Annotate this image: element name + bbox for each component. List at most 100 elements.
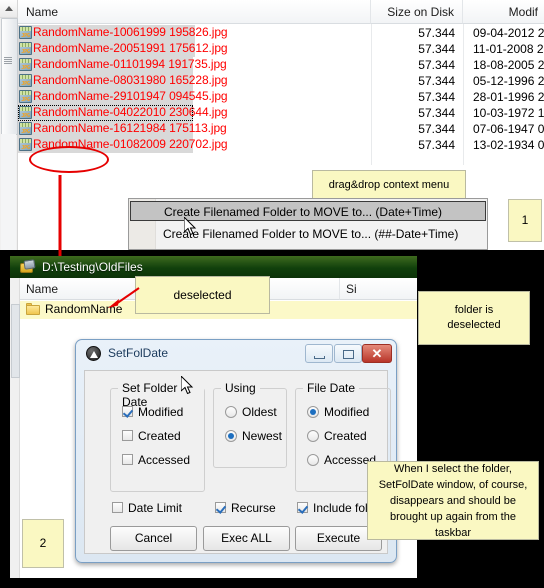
bottom-explorer-scrollbar[interactable]	[10, 278, 20, 578]
jpg-file-icon: JPG	[19, 122, 32, 135]
dragdrop-context-menu[interactable]: Create Filenamed Folder to MOVE to... (D…	[128, 198, 488, 250]
checkbox-created-label: Created	[138, 429, 181, 443]
mouse-cursor-icon	[181, 376, 194, 395]
file-name-label: RandomName-20051991 175612.jpg	[33, 41, 228, 55]
cancel-button[interactable]: Cancel	[110, 526, 197, 551]
column-header-modified[interactable]: Modif	[463, 0, 544, 24]
table-row[interactable]: JPG RandomName-29101947 094545.jpg 57.344 2…	[18, 89, 544, 105]
file-size-cell: 57.344	[418, 122, 455, 136]
checkbox-unchecked-icon	[122, 430, 133, 441]
minimize-icon	[314, 356, 325, 359]
radio-file-created[interactable]: Created	[307, 429, 367, 443]
deselected-callout: deselected	[135, 276, 270, 314]
maximize-icon	[343, 350, 354, 359]
checkbox-checked-icon	[122, 406, 133, 417]
radio-unselected-icon	[225, 406, 237, 418]
dialog-titlebar[interactable]: SetFolDate ✕	[78, 342, 394, 368]
radio-file-accessed[interactable]: Accessed	[307, 453, 376, 467]
file-name-label: RandomName-01101994 191735.jpg	[33, 57, 227, 71]
folder-deselected-note: folder is deselected	[418, 291, 530, 345]
folder-window-icon	[20, 259, 36, 274]
group-using: Using Oldest Newest	[213, 381, 287, 468]
red-left-arrow-annotation	[108, 287, 140, 308]
file-list: JPG RandomName-10061999 195826.jpg 57.344 0…	[18, 25, 544, 165]
mouse-cursor-icon	[184, 217, 197, 236]
checkbox-unchecked-icon	[122, 454, 133, 465]
table-row[interactable]: JPG RandomName-01101994 191735.jpg 57.344 1…	[18, 57, 544, 73]
radio-selected-icon	[225, 430, 237, 442]
file-modified-cell: 05-12-1996 2	[473, 74, 544, 88]
file-modified-cell: 18-08-2005 2	[473, 58, 544, 72]
jpg-file-icon: JPG	[19, 74, 32, 87]
checkbox-date-limit-label: Date Limit	[128, 501, 183, 515]
close-button[interactable]: ✕	[362, 344, 392, 363]
step-badge-2: 2	[22, 519, 64, 568]
bottom-explorer-path-title: D:\Testing\OldFiles	[42, 260, 143, 274]
checkbox-recurse-label: Recurse	[231, 501, 276, 515]
dialog-title: SetFolDate	[108, 346, 169, 360]
dialog-body: Set Folder Date Modified Created Accesse…	[84, 370, 391, 554]
file-name-cell[interactable]: JPG RandomName-20051991 175612.jpg	[18, 41, 228, 57]
group-set-folder-date: Set Folder Date Modified Created Accesse…	[110, 381, 205, 492]
radio-file-modified-label: Modified	[324, 405, 370, 419]
scroll-up-arrow-icon[interactable]	[0, 0, 17, 18]
file-name-cell[interactable]: JPG RandomName-04022010 230644.jpg	[18, 105, 228, 121]
checkbox-modified[interactable]: Modified	[122, 405, 183, 419]
scrollbar-track[interactable]	[1, 134, 16, 250]
file-modified-cell: 13-02-1934 0	[473, 138, 544, 152]
checkbox-accessed-label: Accessed	[138, 453, 191, 467]
bottom-column-header-size[interactable]: Si	[340, 278, 417, 300]
setfoldate-dialog: SetFolDate ✕ Set Folder Date Modified Cr…	[75, 339, 397, 563]
file-modified-cell: 07-06-1947 0	[473, 122, 544, 136]
radio-oldest[interactable]: Oldest	[225, 405, 277, 419]
file-name-cell[interactable]: JPG RandomName-29101947 094545.jpg	[18, 89, 228, 105]
minimize-button[interactable]	[305, 344, 333, 363]
radio-file-modified[interactable]: Modified	[307, 405, 369, 419]
jpg-file-icon: JPG	[19, 106, 32, 119]
file-name-cell[interactable]: JPG RandomName-10061999 195826.jpg	[18, 25, 228, 41]
file-name-label: RandomName-29101947 094545.jpg	[33, 89, 228, 103]
scrollbar-thumb[interactable]	[1, 18, 18, 135]
jpg-file-icon: JPG	[19, 90, 32, 103]
file-size-cell: 57.344	[418, 138, 455, 152]
column-header-size-on-disk[interactable]: Size on Disk	[371, 0, 463, 24]
group-legend-file-date: File Date	[303, 381, 360, 395]
file-name-cell[interactable]: JPG RandomName-01101994 191735.jpg	[18, 57, 227, 73]
file-name-label: RandomName-10061999 195826.jpg	[33, 25, 228, 39]
jpg-file-icon: JPG	[19, 58, 32, 71]
maximize-button[interactable]	[334, 344, 362, 363]
radio-newest-label: Newest	[242, 429, 283, 443]
top-explorer-scrollbar[interactable]	[0, 0, 18, 250]
taskbar-explanation-note: When I select the folder, SetFolDate win…	[367, 461, 539, 540]
file-name-label: RandomName-04022010 230644.jpg	[33, 105, 228, 119]
folder-deselected-note-line1: folder is	[454, 304, 494, 316]
radio-file-created-label: Created	[324, 429, 367, 443]
file-size-cell: 57.344	[418, 106, 455, 120]
file-size-cell: 57.344	[418, 58, 455, 72]
file-size-cell: 57.344	[418, 26, 455, 40]
file-modified-cell: 09-04-2012 2	[473, 26, 544, 40]
exec-all-button[interactable]: Exec ALL	[203, 526, 290, 551]
scrollbar-thumb[interactable]	[11, 304, 20, 378]
app-logo-icon	[86, 346, 101, 361]
file-name-cell[interactable]: JPG RandomName-16121984 175113.jpg	[18, 121, 227, 137]
folder-deselected-note-line2: deselected	[447, 319, 501, 331]
radio-oldest-label: Oldest	[242, 405, 277, 419]
checkbox-date-limit[interactable]: Date Limit	[112, 501, 182, 515]
file-name-cell[interactable]: JPG RandomName-08031980 165228.jpg	[18, 73, 228, 89]
folder-icon	[26, 303, 40, 315]
table-row[interactable]: JPG RandomName-16121984 175113.jpg 57.344 0…	[18, 121, 544, 137]
radio-selected-icon	[307, 406, 319, 418]
group-legend-using: Using	[221, 381, 260, 395]
radio-newest[interactable]: Newest	[225, 429, 282, 443]
file-modified-cell: 10-03-1972 1	[473, 106, 544, 120]
table-row[interactable]: JPG RandomName-20051991 175612.jpg 57.344 1…	[18, 41, 544, 57]
checkbox-recurse[interactable]: Recurse	[215, 501, 276, 515]
table-row[interactable]: JPG RandomName-10061999 195826.jpg 57.344 0…	[18, 25, 544, 41]
checkbox-accessed[interactable]: Accessed	[122, 453, 190, 467]
table-row[interactable]: JPG RandomName-04022010 230644.jpg 57.344 1…	[18, 105, 544, 121]
column-header-name[interactable]: Name	[18, 0, 371, 24]
checkbox-created[interactable]: Created	[122, 429, 181, 443]
bottom-explorer-titlebar[interactable]: D:\Testing\OldFiles	[10, 256, 417, 278]
table-row[interactable]: JPG RandomName-08031980 165228.jpg 57.344 0…	[18, 73, 544, 89]
